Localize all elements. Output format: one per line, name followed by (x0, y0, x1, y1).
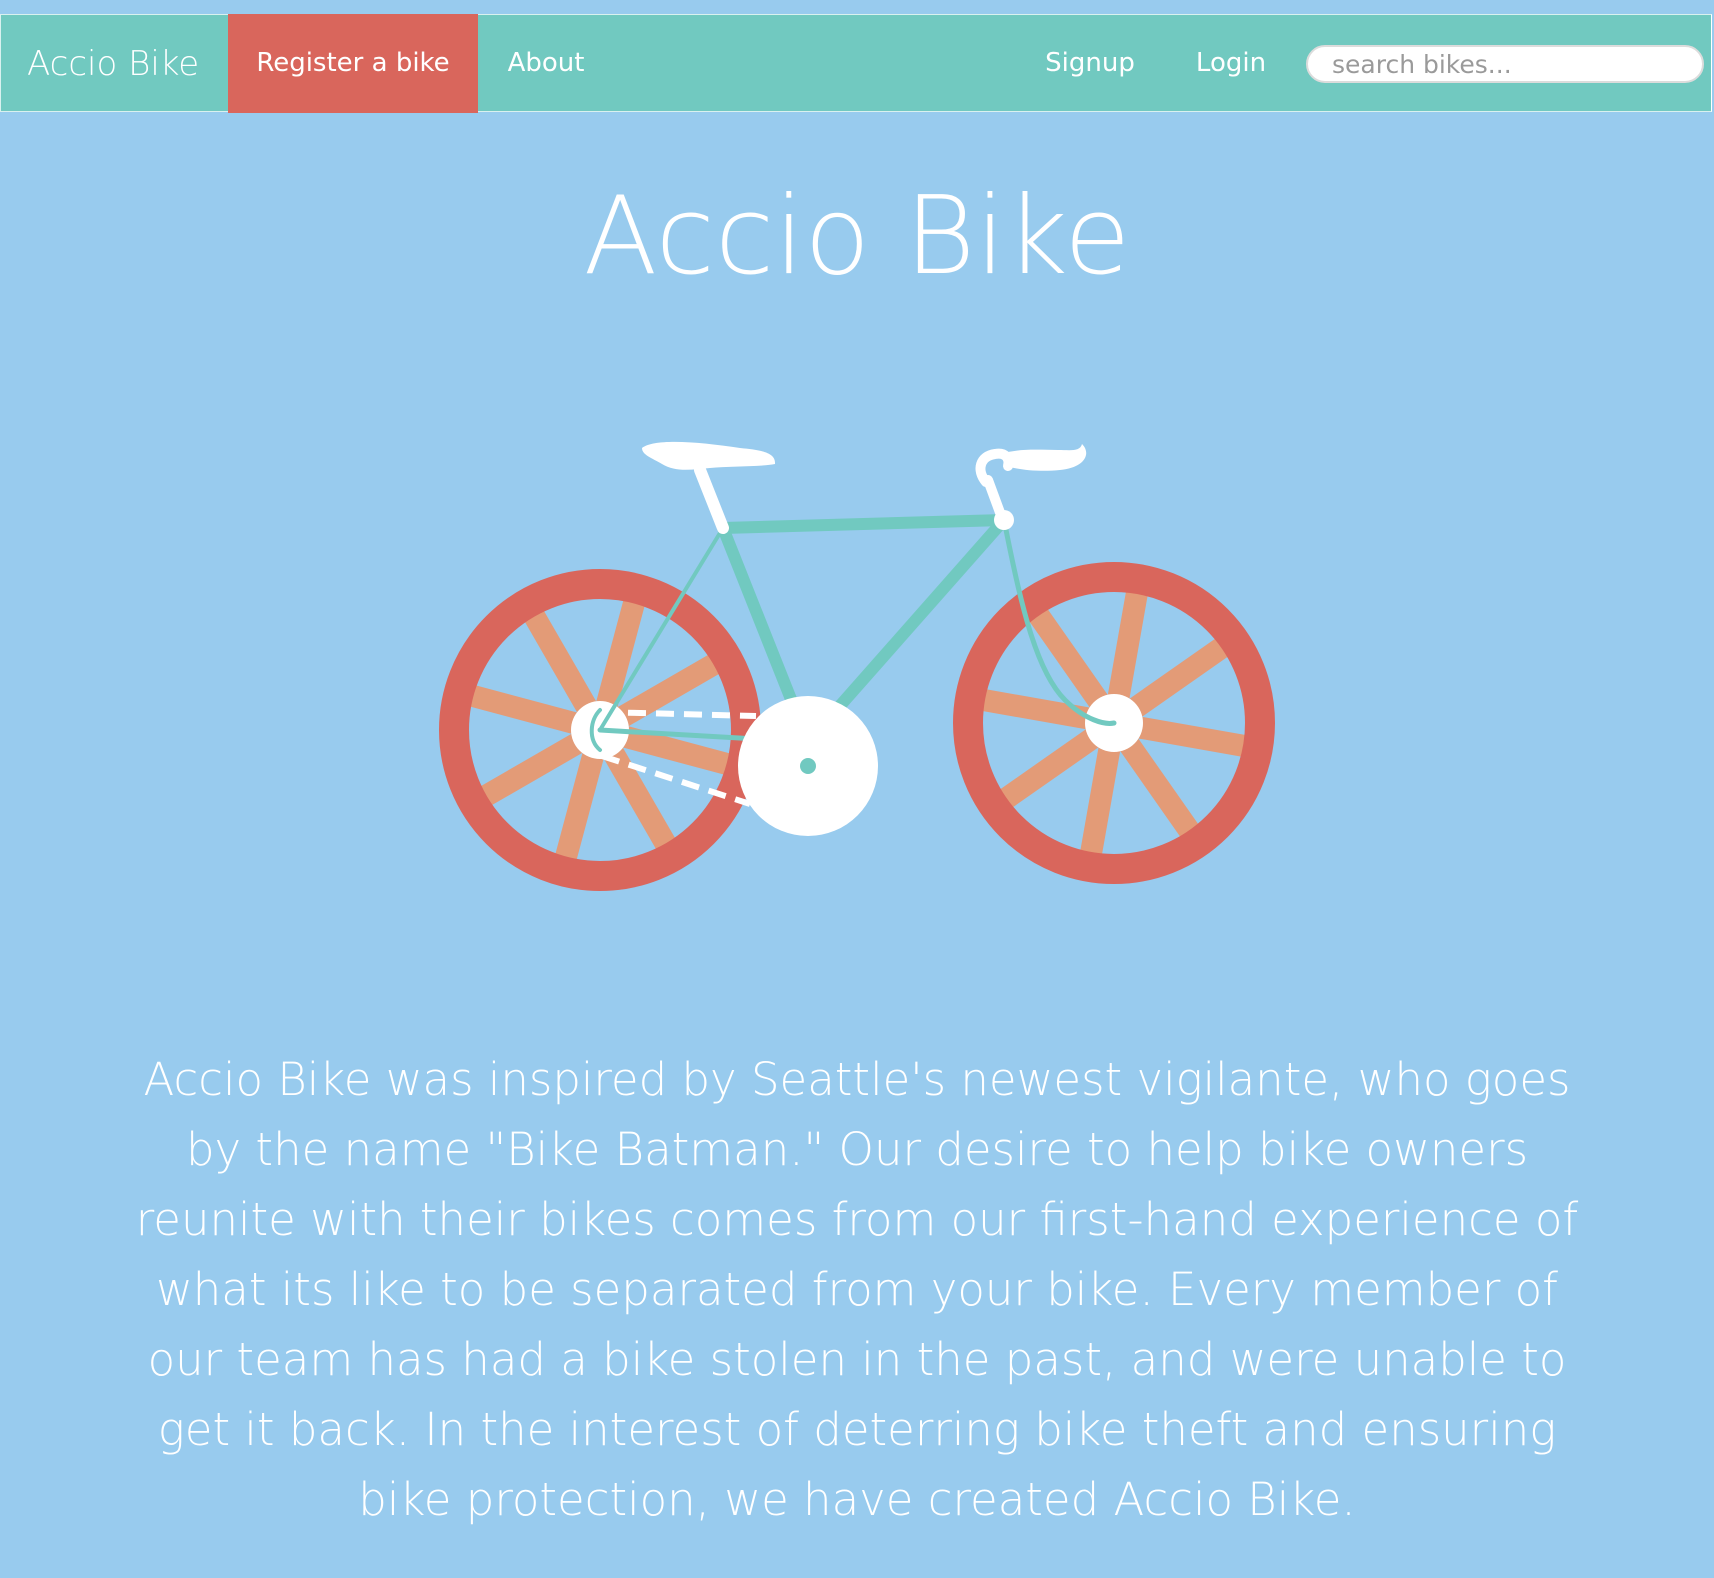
page-title: Accio Bike (583, 174, 1131, 299)
bicycle-icon (439, 441, 1275, 891)
search-input[interactable] (1306, 45, 1704, 83)
navbar: Accio Bike Register a bike About Signup … (0, 14, 1712, 113)
brand-link[interactable]: Accio Bike (27, 15, 199, 113)
bicycle-illustration (420, 420, 1300, 910)
about-paragraph: Accio Bike was inspired by Seattle's new… (135, 1053, 1579, 1526)
bike-handlebar (975, 444, 1087, 530)
nav-signup[interactable]: Signup (1029, 14, 1151, 113)
bike-saddle (642, 441, 776, 534)
nav-register-bike[interactable]: Register a bike (228, 14, 478, 113)
top-strip (0, 0, 1714, 14)
nav-about[interactable]: About (491, 14, 601, 113)
bike-chainring (738, 696, 878, 836)
nav-login[interactable]: Login (1181, 14, 1281, 113)
